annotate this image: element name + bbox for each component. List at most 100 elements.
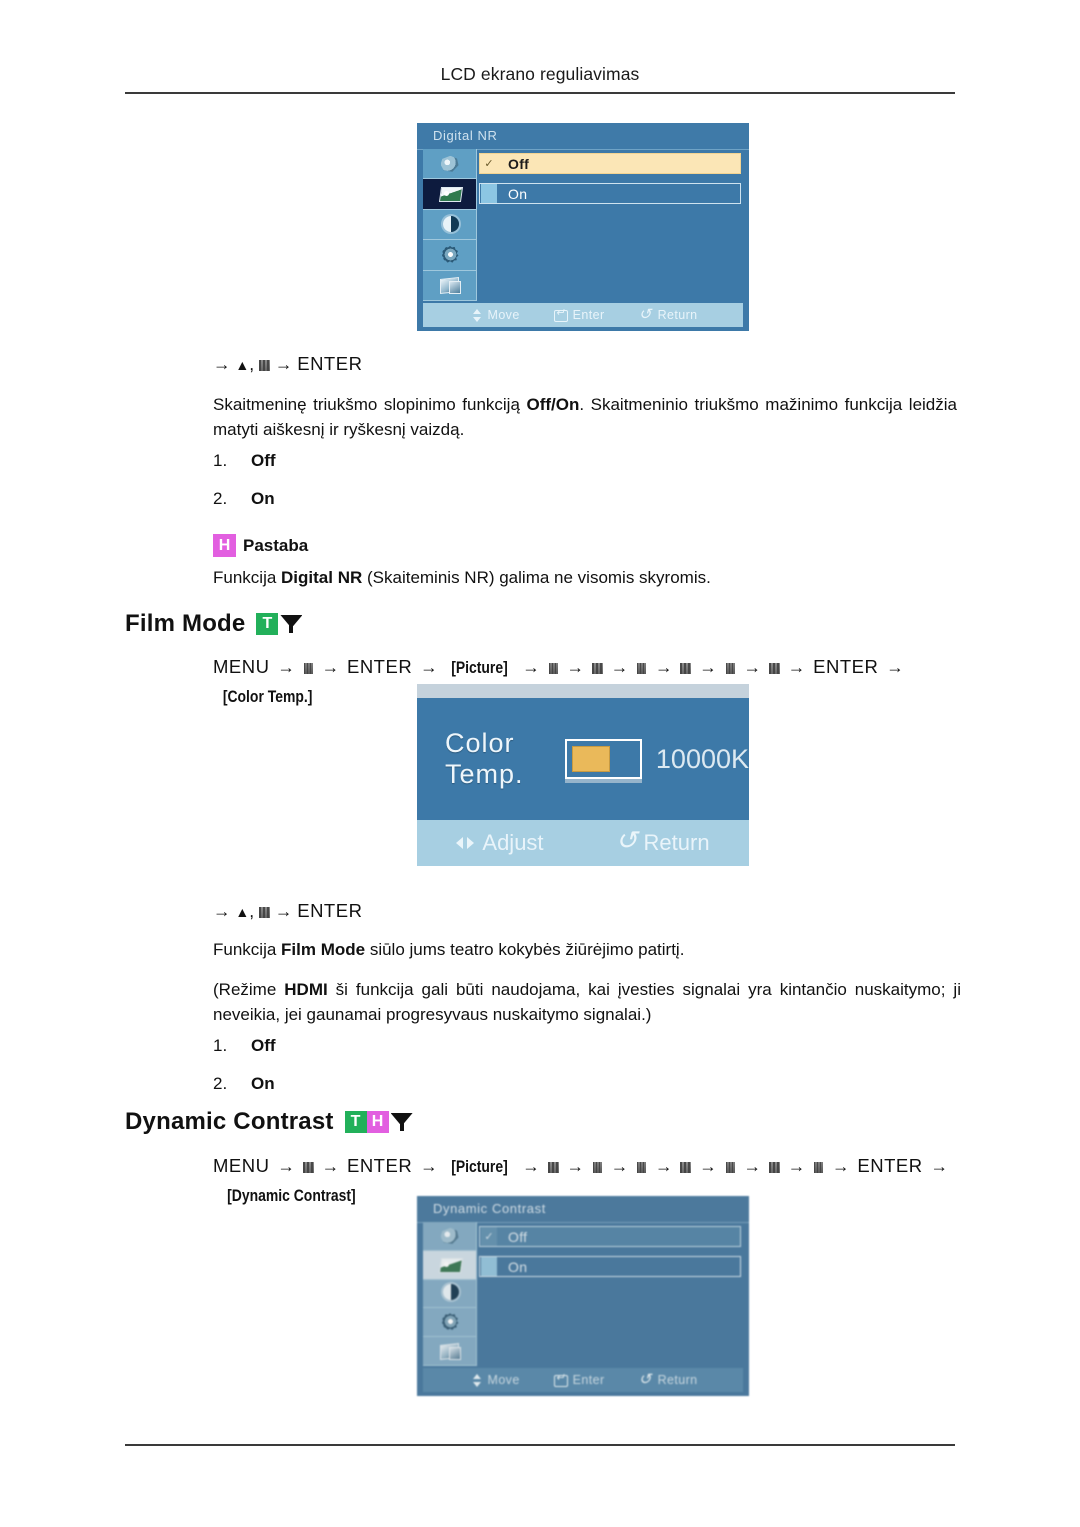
osd-sidebar [423,149,477,302]
funnel-icon [391,1111,413,1133]
osd-option-on[interactable]: On [479,1256,741,1277]
nav-arrow: → [566,1156,585,1176]
osd-option-list: ✓ Off On [479,153,741,299]
nav-arrow: → [277,1156,295,1176]
nav-comma: , [249,354,255,374]
button-glyph-icon [548,662,559,675]
sound-icon [437,154,463,174]
osd-option-off[interactable]: ✓ Off [479,153,741,174]
osd-footer-move-label: Move [487,308,520,322]
osd-sidebar-item-picture[interactable] [423,179,477,210]
osd-sidebar-item-sound[interactable] [423,1222,477,1251]
nav-arrow: → [522,657,540,677]
nav-arrow-2: → [274,354,293,374]
osd-option-off[interactable]: ✓ Off [479,1226,741,1247]
note-text-a: Funkcija [213,568,282,587]
paragraph-film-mode-2: (Režime HDMI ši funkcija gali būti naudo… [213,977,961,1027]
nav-arrow: → [321,1156,340,1176]
nav-arrow-1: → [213,354,231,374]
nav-arrow: → [277,657,295,677]
nav-arrow: → [321,657,340,677]
list-item-digital-nr-2: 2. On [213,489,275,509]
nav-arrow: → [886,657,904,677]
paragraph-part-c: siūlo jums teatro kokybės žiūrėjimo pati… [365,940,685,959]
osd-color-temp-stage: Color Temp. 10000K [417,698,749,820]
osd-footer-return: Return [639,1370,698,1388]
nav-picture-token: [Picture] [451,1157,509,1176]
nav-enter-label: ENTER [297,353,363,374]
nav-arrow-1: → [213,901,231,921]
sound-icon [437,1226,463,1246]
nav-arrow: → [655,1156,673,1176]
paragraph-part-b: Film Mode [281,940,366,959]
heading-title: Film Mode [125,610,246,637]
osd-sidebar-item-sound[interactable] [423,149,477,180]
paragraph-digital-nr: Skaitmeninę triukšmo slopinimo funkciją … [213,392,957,442]
osd-sidebar-item-contrast[interactable] [423,1279,477,1309]
button-glyph-icon [547,1161,559,1174]
osd-sidebar-item-picture[interactable] [423,1250,477,1280]
paragraph-part-a: Funkcija [213,940,282,959]
nav-enter-label: ENTER [857,1155,923,1176]
list-index: 1. [213,451,228,470]
nav-line-digital-nr: → ▲, → ENTER [213,350,813,379]
list-value: Off [251,1036,276,1055]
paragraph-part-b: Off/On [526,395,580,414]
osd-sidebar-item-multiscreen[interactable] [423,1337,477,1366]
osd-color-temp-slider[interactable] [565,739,642,779]
osd-color-temp-label: Color Temp. [445,728,524,789]
heading-dynamic-contrast: Dynamic Contrast T H [125,1108,413,1136]
nav-arrow: → [522,1156,540,1176]
nav-line-film-mode-enter: → ▲, → ENTER [213,897,813,926]
note-text-digital-nr: Funkcija Digital NR (Skaiteminis NR) gal… [213,565,957,590]
osd-sidebar-item-multiscreen[interactable] [423,270,477,302]
nav-arrow: → [832,1156,850,1176]
slider-fill [572,746,611,772]
osd-footer-enter: Enter [553,306,605,322]
note-text-c: (Skaiteminis NR) galima ne visomis skyro… [362,568,711,587]
multi-screen-icon [437,1341,463,1361]
multi-screen-icon [437,275,463,295]
list-value: On [251,489,275,508]
osd-option-label: On [508,1258,528,1275]
osd-sidebar-item-contrast[interactable] [423,209,477,241]
osd-sidebar-item-setup[interactable] [423,240,477,271]
nav-comma: , [249,901,255,921]
move-icon [469,1373,482,1387]
nav-color-temp-token: [Color Temp.] [222,687,313,706]
button-glyph-icon [591,662,603,675]
button-glyph-icon [768,1161,780,1174]
button-glyph-icon [725,662,736,675]
nav-arrow: → [930,1156,948,1176]
nav-up-glyph: ▲ [235,357,250,373]
list-item-film-mode-1: 1. Off [213,1036,276,1056]
osd-option-label: Off [508,155,530,172]
enter-icon [553,306,568,322]
osd-digital-nr: Digital NR ✓ Off On Move ↵ Enter ↺ Retur… [417,123,749,331]
nav-arrow: → [610,1156,629,1176]
return-icon [639,305,652,323]
osd-sidebar-item-setup[interactable] [423,1308,477,1338]
osd-title: Dynamic Contrast [433,1201,546,1216]
list-index: 1. [213,1036,228,1055]
return-icon [639,1370,652,1388]
adjust-icon [456,834,475,852]
note-badge-icon: H [213,534,236,557]
osd-option-on[interactable]: On [479,183,741,204]
nav-picture-token: [Picture] [451,658,509,677]
move-icon [469,308,482,322]
nav-arrow: → [420,657,438,677]
button-glyph-icon [680,662,692,675]
osd-footer-return-label: Return [643,830,710,855]
paragraph-part-a: (Režime [213,980,285,999]
list-index: 2. [213,489,228,508]
osd-footer-return-label: Return [657,308,698,322]
check-icon: ✓ [481,1227,497,1246]
picture-icon [437,1255,463,1275]
button-glyph-icon [813,1161,824,1174]
osd-footer: Move Enter Return [423,1368,743,1392]
nav-arrow: → [610,657,629,677]
picture-icon [437,184,463,204]
paragraph-part-b: HDMI [284,980,328,999]
list-value: Off [251,451,276,470]
